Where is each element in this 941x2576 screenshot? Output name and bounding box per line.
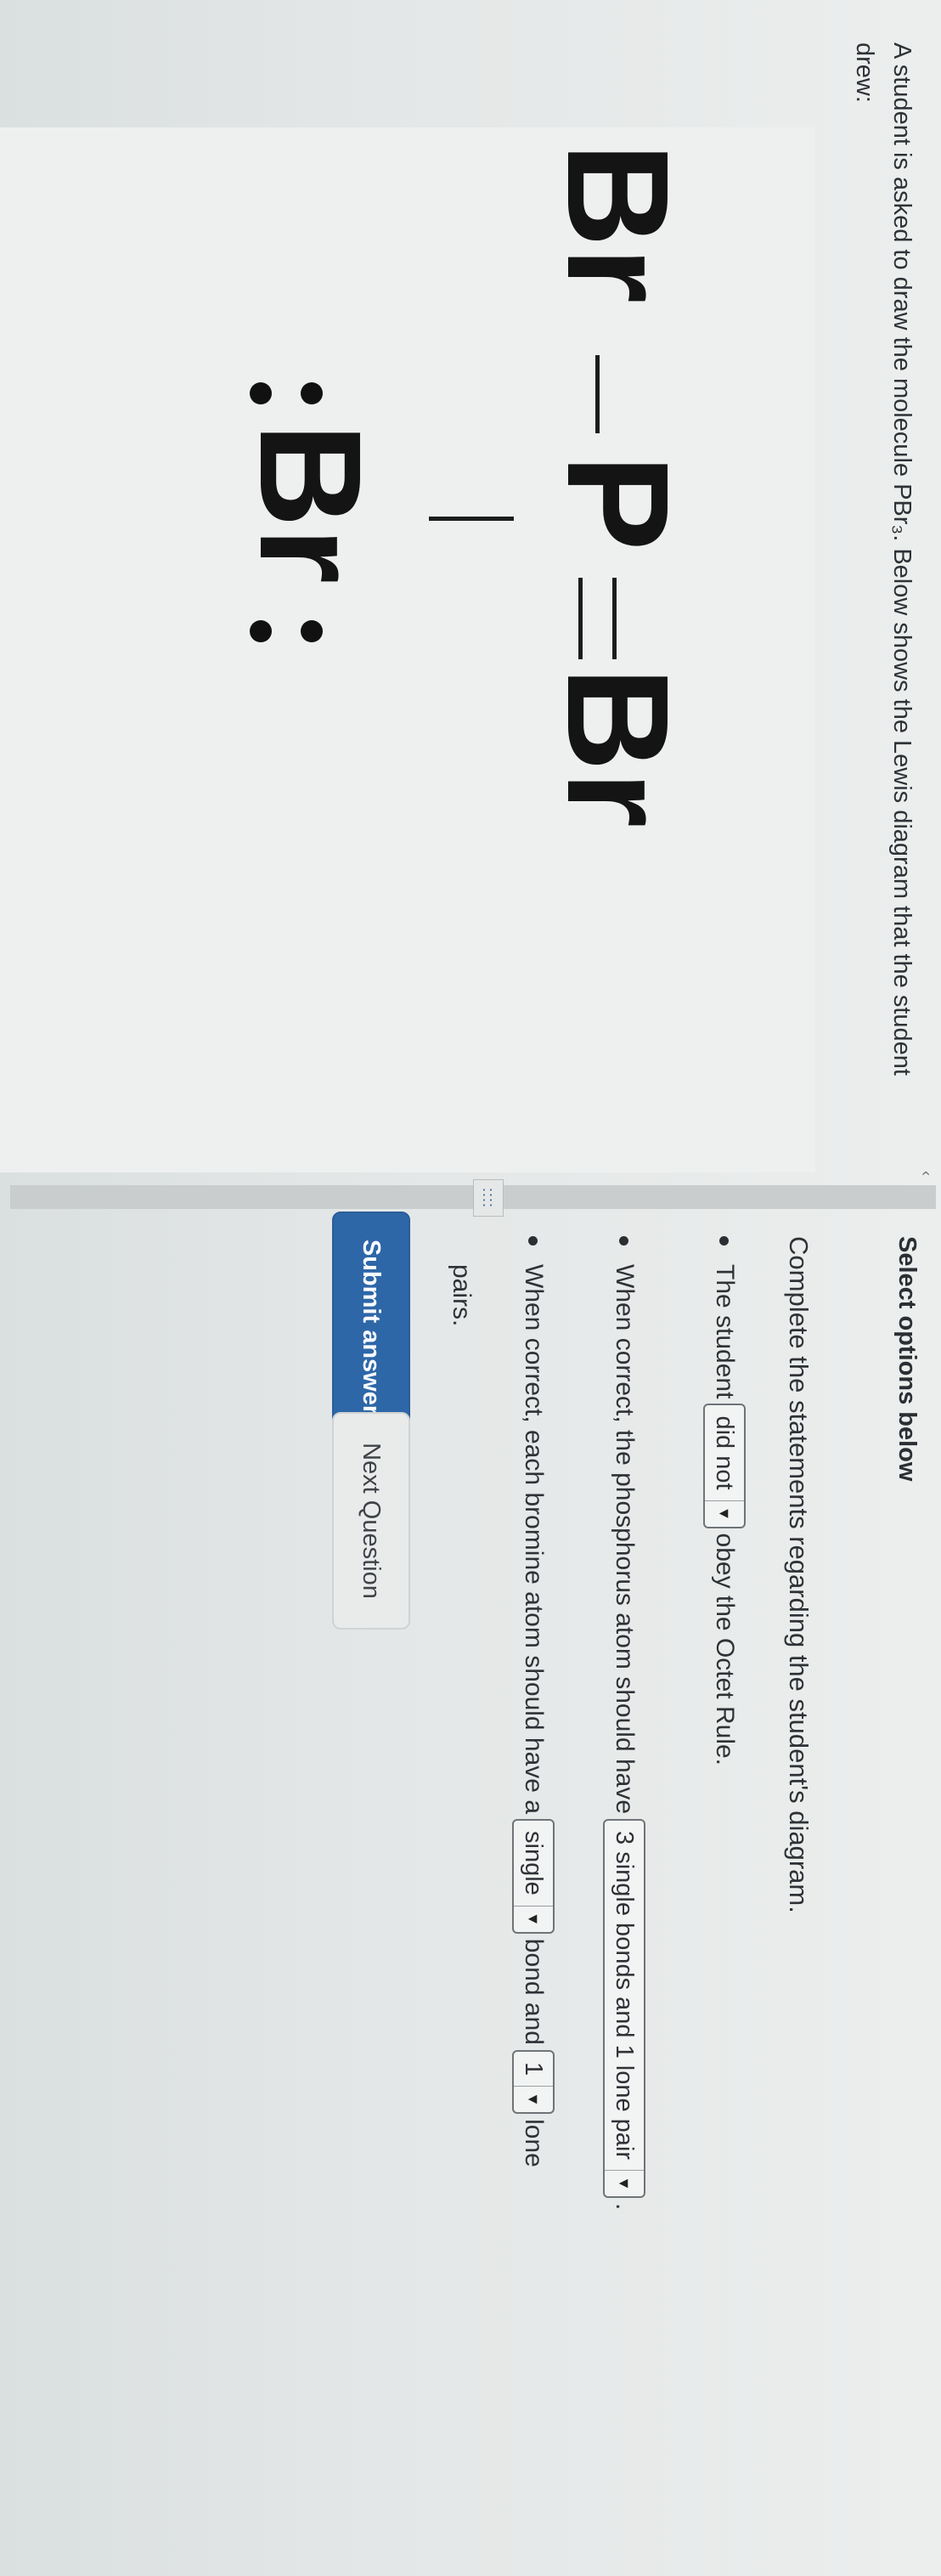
prompt-line-2: drew:	[851, 42, 878, 103]
statement-3-middle: bond and	[520, 1938, 548, 2045]
app-window: A student is asked to draw the molecule …	[0, 0, 941, 2576]
statement-2: When correct, the phosphorus atom should…	[603, 1236, 645, 2210]
triangle-down-icon: ▼	[605, 2170, 644, 2197]
section-title: Select options below	[893, 1236, 921, 1482]
lone-pair-dot	[301, 620, 323, 642]
triangle-down-icon: ▼	[514, 1905, 553, 1932]
bond-double-2	[578, 578, 583, 659]
statement-3: When correct, each bromine atom should h…	[512, 1236, 555, 2167]
bullet	[719, 1236, 730, 1246]
prompt-line-1: A student is asked to draw the molecule …	[888, 42, 916, 1076]
chevron-left-icon[interactable]: ‹	[917, 1164, 936, 1183]
atom-p-center: P	[537, 455, 698, 551]
phosphorus-bonds-select-value: 3 single bonds and 1 lone pair	[611, 1831, 639, 2161]
octet-rule-select-value: did not	[711, 1415, 739, 1490]
statement-3-continuation: pairs.	[448, 1264, 476, 1327]
octet-rule-select[interactable]: did not ▼	[703, 1404, 746, 1528]
statement-2-before: When correct, the phosphorus atom should…	[611, 1264, 639, 1815]
statement-1-before: The student	[711, 1264, 739, 1399]
bromine-lone-pairs-select[interactable]: 1 ▼	[512, 2049, 555, 2115]
lewis-diagram: Br P Br Br	[0, 127, 815, 1172]
bromine-bond-type-select-value: single	[520, 1831, 548, 1895]
drag-grip-icon[interactable]: ::::	[473, 1179, 504, 1217]
bromine-bond-type-select[interactable]: single ▼	[512, 1819, 555, 1934]
question-pane: A student is asked to draw the molecule …	[0, 0, 941, 1172]
bond-single-left	[595, 355, 600, 433]
submit-answer-button[interactable]: Submit answer	[332, 1212, 410, 1443]
bond-double-1	[612, 578, 617, 659]
bullet	[619, 1236, 629, 1246]
lone-pair-dot	[250, 382, 272, 404]
atom-br-left: Br	[537, 143, 698, 303]
next-question-button[interactable]: Next Question	[332, 1412, 410, 1630]
statement-1: The student did not ▼ obey the Octet Rul…	[703, 1236, 746, 1765]
answer-pane: Select options below Complete the statem…	[0, 1212, 941, 2576]
statement-2-after: .	[611, 2203, 639, 2211]
bond-single-down	[429, 517, 514, 521]
bromine-lone-pairs-select-value: 1	[520, 2061, 548, 2076]
statement-3-before: When correct, each bromine atom should h…	[520, 1264, 548, 1815]
question-prompt: A student is asked to draw the molecule …	[846, 42, 921, 1130]
statement-1-after: obey the Octet Rule.	[711, 1533, 739, 1766]
lone-pair-dot	[301, 382, 323, 404]
triangle-down-icon: ▼	[514, 2086, 553, 2113]
atom-br-bottom: Br	[229, 423, 391, 584]
atom-br-right: Br	[537, 667, 698, 828]
statement-3-after: lone	[520, 2119, 548, 2167]
bullet	[528, 1236, 538, 1246]
phosphorus-bonds-select[interactable]: 3 single bonds and 1 lone pair ▼	[603, 1819, 645, 2199]
lone-pair-dot	[250, 620, 272, 642]
triangle-down-icon: ▼	[705, 1500, 744, 1527]
instruction-text: Complete the statements regarding the st…	[784, 1236, 814, 1913]
